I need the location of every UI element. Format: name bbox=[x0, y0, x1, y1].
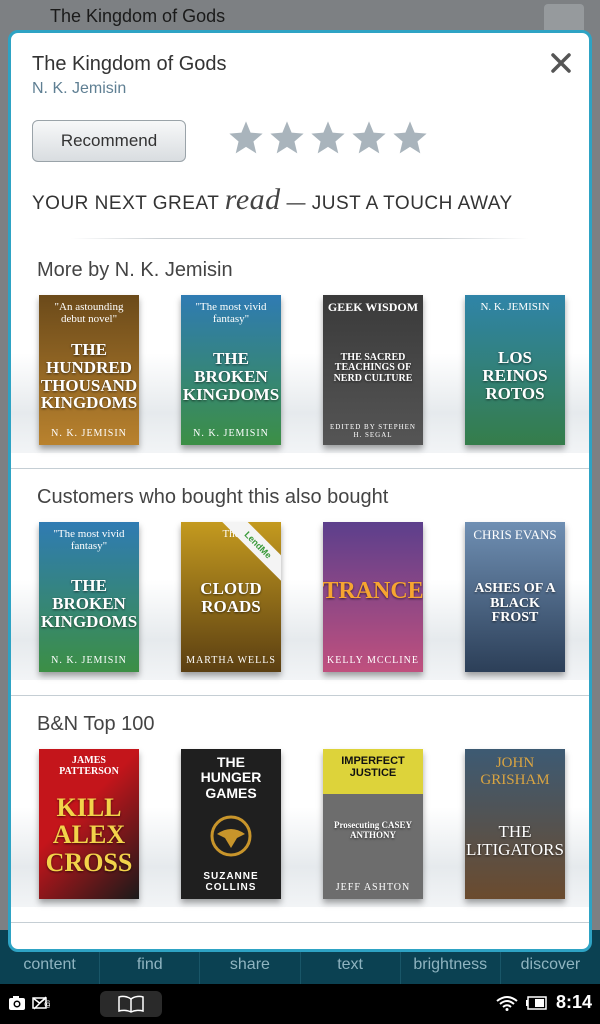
cover-author: N. K. JEMISIN bbox=[51, 655, 127, 666]
tagline: YOUR NEXT GREAT read — JUST A TOUCH AWAY bbox=[32, 183, 513, 217]
cover-author: MARTHA WELLS bbox=[186, 655, 276, 666]
section-more-by-author: More by N. K. Jemisin "An astounding deb… bbox=[11, 243, 589, 469]
star-icon[interactable] bbox=[350, 119, 388, 157]
book-cover[interactable]: GEEK WISDOM THE SACRED TEACHINGS OF NERD… bbox=[323, 295, 423, 445]
cover-title: LOS REINOS ROTOS bbox=[482, 348, 548, 403]
star-icon[interactable] bbox=[309, 119, 347, 157]
cover-title: THE HUNDRED THOUSAND KINGDOMS bbox=[40, 339, 138, 413]
cover-title: TRANCE bbox=[323, 577, 423, 604]
book-row: "An astounding debut novel" THE HUNDRED … bbox=[39, 295, 565, 445]
battery-icon bbox=[525, 995, 547, 1010]
svg-text:@: @ bbox=[44, 999, 50, 1008]
rating-stars bbox=[227, 119, 429, 157]
cover-tagline: JAMES PATTERSON bbox=[59, 755, 119, 777]
book-cover[interactable]: "An astounding debut novel" THE HUNDRED … bbox=[39, 295, 139, 445]
book-cover[interactable]: THE HUNGER GAMES SUZANNE COLLINS bbox=[181, 749, 281, 899]
wifi-icon bbox=[496, 995, 518, 1011]
cover-tagline: "The most vivid fantasy" bbox=[53, 528, 125, 553]
section-top-100: B&N Top 100 JAMES PATTERSON KILL ALEX CR… bbox=[11, 697, 589, 923]
cover-tagline: N. K. JEMISIN bbox=[480, 301, 550, 313]
tagline-after: — JUST A TOUCH AWAY bbox=[286, 193, 513, 214]
book-cover[interactable]: TRANCE KELLY MCCLINE bbox=[323, 522, 423, 672]
tagline-before: YOUR NEXT GREAT bbox=[32, 193, 219, 214]
book-cover[interactable]: CHRIS EVANS ASHES OF A BLACK FROST bbox=[465, 522, 565, 672]
cover-title: THE BROKEN KINGDOMS bbox=[182, 348, 280, 404]
cover-title: THE LITIGATORS bbox=[466, 821, 564, 859]
section-title: Customers who bought this also bought bbox=[37, 486, 389, 508]
cover-title: THE SACRED TEACHINGS OF NERD CULTURE bbox=[333, 351, 413, 384]
book-details-dialog: The Kingdom of Gods N. K. Jemisin Recomm… bbox=[8, 30, 592, 952]
cover-author: EDITED BY STEPHEN H. SEGAL bbox=[330, 423, 416, 439]
section-title: More by N. K. Jemisin bbox=[37, 259, 233, 281]
cover-author: N. K. JEMISIN bbox=[51, 428, 127, 439]
open-book-icon bbox=[118, 995, 144, 1013]
cover-author: JEFF ASHTON bbox=[335, 882, 411, 893]
cover-tagline: GEEK WISDOM bbox=[327, 300, 419, 314]
book-cover[interactable]: JAMES PATTERSON KILL ALEX CROSS bbox=[39, 749, 139, 899]
camera-icon[interactable] bbox=[8, 994, 26, 1012]
cover-tagline: CHRIS EVANS bbox=[473, 527, 557, 542]
divider bbox=[71, 238, 529, 239]
star-icon[interactable] bbox=[227, 119, 265, 157]
recommend-button[interactable]: Recommend bbox=[32, 120, 186, 162]
cover-author: KELLY MCCLINE bbox=[327, 655, 419, 666]
cover-author: SUZANNE COLLINS bbox=[203, 870, 259, 893]
dialog-book-author: N. K. Jemisin bbox=[32, 80, 127, 97]
cover-author: N. K. JEMISIN bbox=[193, 428, 269, 439]
cover-title: ASHES OF A BLACK FROST bbox=[474, 581, 556, 626]
clock: 8:14 bbox=[555, 992, 592, 1012]
dialog-book-title: The Kingdom of Gods bbox=[32, 53, 227, 75]
mockingjay-icon bbox=[210, 815, 252, 857]
cover-tagline: "The most vivid fantasy" bbox=[195, 301, 267, 326]
book-cover[interactable]: "The most vivid fantasy" THE BROKEN KING… bbox=[181, 295, 281, 445]
cover-tagline: "An astounding debut novel" bbox=[54, 301, 124, 326]
section-title: B&N Top 100 bbox=[37, 713, 155, 735]
book-row: JAMES PATTERSON KILL ALEX CROSS THE HUNG… bbox=[39, 749, 565, 899]
cover-title: CLOUD ROADS bbox=[200, 578, 262, 616]
cover-title: Prosecuting CASEY ANTHONY bbox=[333, 820, 413, 840]
cover-tagline: IMPERFECT JUSTICE bbox=[341, 755, 405, 780]
system-bar: @ 8:14 bbox=[0, 984, 600, 1024]
book-cover[interactable]: N. K. JEMISIN LOS REINOS ROTOS bbox=[465, 295, 565, 445]
book-cover[interactable]: IMPERFECT JUSTICE Prosecuting CASEY ANTH… bbox=[323, 749, 423, 899]
cover-tagline: JOHN GRISHAM bbox=[480, 755, 550, 788]
cover-title: THE BROKEN KINGDOMS bbox=[40, 575, 138, 631]
reader-book-title: The Kingdom of Gods bbox=[50, 6, 226, 26]
cover-title: KILL ALEX CROSS bbox=[45, 793, 133, 877]
book-row: "The most vivid fantasy" THE BROKEN KING… bbox=[39, 522, 565, 672]
book-cover[interactable]: LendMe The CLOUD ROADS MARTHA WELLS bbox=[181, 522, 281, 672]
status-area: 8:14 bbox=[496, 992, 592, 1013]
star-icon[interactable] bbox=[268, 119, 306, 157]
library-button[interactable] bbox=[100, 991, 162, 1017]
email-muted-icon[interactable]: @ bbox=[32, 994, 50, 1012]
book-cover[interactable]: "The most vivid fantasy" THE BROKEN KING… bbox=[39, 522, 139, 672]
star-icon[interactable] bbox=[391, 119, 429, 157]
cover-tagline: THE HUNGER GAMES bbox=[200, 754, 262, 801]
close-icon[interactable] bbox=[549, 51, 573, 75]
section-also-bought: Customers who bought this also bought "T… bbox=[11, 470, 589, 696]
book-cover[interactable]: JOHN GRISHAM THE LITIGATORS bbox=[465, 749, 565, 899]
tagline-emphasis: read bbox=[224, 183, 281, 216]
notification-area: @ bbox=[8, 994, 50, 1012]
